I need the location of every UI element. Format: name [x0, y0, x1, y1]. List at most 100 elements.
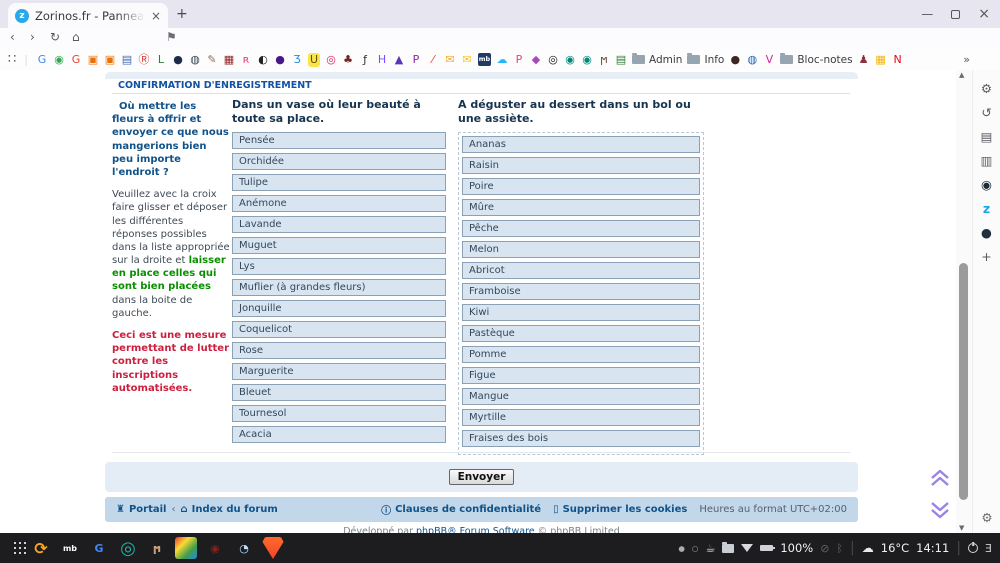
bookmark-item[interactable]: Info: [685, 54, 726, 66]
bookmark-item[interactable]: ◍: [187, 53, 203, 67]
draggable-answer-item[interactable]: Fraises des bois: [462, 430, 700, 447]
draggable-answer-item[interactable]: Muflier (à grandes fleurs): [232, 279, 446, 296]
bookmark-item[interactable]: H: [374, 53, 390, 67]
bookmark-item[interactable]: ◎: [323, 53, 339, 67]
bookmark-item[interactable]: U: [306, 53, 322, 67]
bookmark-item[interactable]: L: [153, 53, 169, 67]
back-icon[interactable]: ‹: [10, 30, 15, 44]
display-app[interactable]: [175, 537, 197, 559]
bookmark-item[interactable]: ✉: [442, 53, 458, 67]
draggable-answer-item[interactable]: Pomme: [462, 346, 700, 363]
files-tray-icon[interactable]: [722, 544, 734, 553]
draggable-answer-item[interactable]: Marguerite: [232, 363, 446, 380]
bookmark-item[interactable]: ʀ: [238, 53, 254, 67]
draggable-answer-item[interactable]: Pastèque: [462, 325, 700, 342]
bookmark-item[interactable]: ✎: [204, 53, 220, 67]
mic-muted-icon[interactable]: ⊘: [820, 542, 829, 555]
privacy-link[interactable]: ⓘ Clauses de confidentialité: [381, 502, 541, 517]
bookmark-item[interactable]: ●: [170, 53, 186, 67]
history-icon[interactable]: ↺: [981, 105, 991, 120]
draggable-answer-item[interactable]: Mûre: [462, 199, 700, 216]
draggable-answer-item[interactable]: Pensée: [232, 132, 446, 149]
bookmark-item[interactable]: ✉: [459, 53, 475, 67]
draggable-answer-item[interactable]: Acacia: [232, 426, 446, 443]
scrollbar-down-icon[interactable]: ▼: [959, 524, 964, 532]
add-icon[interactable]: +: [981, 249, 991, 264]
bookmark-item[interactable]: ⁄: [425, 53, 441, 67]
bookmark-item[interactable]: ▤: [613, 53, 629, 67]
bookmark-item[interactable]: ▦: [221, 53, 237, 67]
vertical-scrollbar[interactable]: ▲ ▼: [956, 70, 971, 533]
settings-icon[interactable]: ⚙: [981, 81, 992, 96]
bookmark-item[interactable]: ◆: [528, 53, 544, 67]
draggable-answer-item[interactable]: Melon: [462, 241, 700, 258]
bookmark-item[interactable]: ϻ: [596, 53, 612, 67]
forward-icon[interactable]: ›: [30, 30, 35, 44]
bookmark-item[interactable]: P: [408, 53, 424, 67]
tab-close-icon[interactable]: ×: [151, 9, 161, 23]
bookmark-item[interactable]: ●: [272, 53, 288, 67]
home-icon[interactable]: ⌂: [72, 30, 80, 44]
draggable-answer-item[interactable]: Coquelicot: [232, 321, 446, 338]
bookmark-item[interactable]: ▣: [102, 53, 118, 67]
google-app[interactable]: G: [88, 537, 110, 559]
bookmark-item[interactable]: Ʒ: [289, 53, 305, 67]
scrollbar-up-icon[interactable]: ▲: [959, 71, 964, 79]
draggable-answer-item[interactable]: Lys: [232, 258, 446, 275]
bookmark-item[interactable]: ▣: [85, 53, 101, 67]
scroll-to-bottom-button[interactable]: [922, 500, 958, 520]
brave-app[interactable]: [262, 537, 284, 559]
draggable-answer-item[interactable]: Mangue: [462, 388, 700, 405]
bookmark-item[interactable]: ◉: [579, 53, 595, 67]
draggable-answer-item[interactable]: Poire: [462, 178, 700, 195]
caffeine-icon[interactable]: ☕: [705, 542, 715, 555]
camera-app[interactable]: ◉: [204, 537, 226, 559]
bookmark-item[interactable]: ▤: [119, 53, 135, 67]
draggable-answer-item[interactable]: Framboise: [462, 283, 700, 300]
bluetooth-icon[interactable]: ᛒ: [836, 542, 843, 555]
submit-button[interactable]: Envoyer: [449, 469, 515, 485]
bookmark-item[interactable]: mb: [476, 53, 493, 66]
bookmark-flag-icon[interactable]: ⚑: [166, 30, 177, 44]
save-icon[interactable]: ▤: [981, 129, 993, 144]
updates-app[interactable]: ⟳: [30, 537, 52, 559]
bookmark-item[interactable]: Admin: [630, 54, 684, 66]
bird-icon[interactable]: ●: [981, 225, 992, 240]
bookmark-item[interactable]: G: [34, 53, 50, 67]
battery-icon[interactable]: [760, 545, 773, 551]
bookmark-item[interactable]: ☁: [494, 53, 510, 67]
indicator-ring-icon[interactable]: ○: [692, 544, 699, 553]
indicator-dot-icon[interactable]: ●: [678, 544, 685, 553]
bookmark-item[interactable]: ▦: [873, 53, 889, 67]
draggable-answer-item[interactable]: Pêche: [462, 220, 700, 237]
sidebar-settings-icon[interactable]: ⚙: [973, 510, 1000, 525]
drop-zone[interactable]: Ananas Raisin Poire Mûre Pêche Melon Abr…: [458, 132, 704, 455]
draggable-answer-item[interactable]: Muguet: [232, 237, 446, 254]
bookmark-item[interactable]: Ⓡ: [136, 53, 152, 67]
bookmark-item[interactable]: ◎: [545, 53, 561, 67]
globe-app[interactable]: ◔: [233, 537, 255, 559]
bookmark-item[interactable]: G: [68, 53, 84, 67]
new-tab-button[interactable]: +: [176, 6, 188, 22]
draggable-answer-item[interactable]: Raisin: [462, 157, 700, 174]
zorin-icon[interactable]: z: [983, 201, 990, 216]
draggable-answer-item[interactable]: Bleuet: [232, 384, 446, 401]
bookmark-item[interactable]: ♟: [856, 53, 872, 67]
draggable-answer-item[interactable]: Abricot: [462, 262, 700, 279]
app-menu-icon[interactable]: [14, 542, 16, 544]
forum-index-link[interactable]: ⌂ Index du forum: [180, 504, 277, 515]
portal-link[interactable]: ♜ Portail: [116, 504, 166, 515]
teal-cam-app[interactable]: ◎: [117, 537, 139, 559]
draggable-answer-item[interactable]: Lavande: [232, 216, 446, 233]
phpbb-link[interactable]: phpBB® Forum Software: [416, 526, 535, 533]
bookmark-item[interactable]: ◉: [562, 53, 578, 67]
bookmark-item[interactable]: ●: [727, 53, 743, 67]
bookmark-item[interactable]: ƒ: [357, 53, 373, 67]
wifi-icon[interactable]: [741, 544, 753, 552]
draggable-answer-item[interactable]: Figue: [462, 367, 700, 384]
browser-tab[interactable]: z Zorinos.fr - Panneau d ×: [8, 3, 168, 28]
scroll-to-top-button[interactable]: [922, 468, 958, 488]
weather-cloud-icon[interactable]: ☁: [862, 541, 874, 555]
bookmark-item[interactable]: ◐: [255, 53, 271, 67]
draggable-answer-item[interactable]: Orchidée: [232, 153, 446, 170]
